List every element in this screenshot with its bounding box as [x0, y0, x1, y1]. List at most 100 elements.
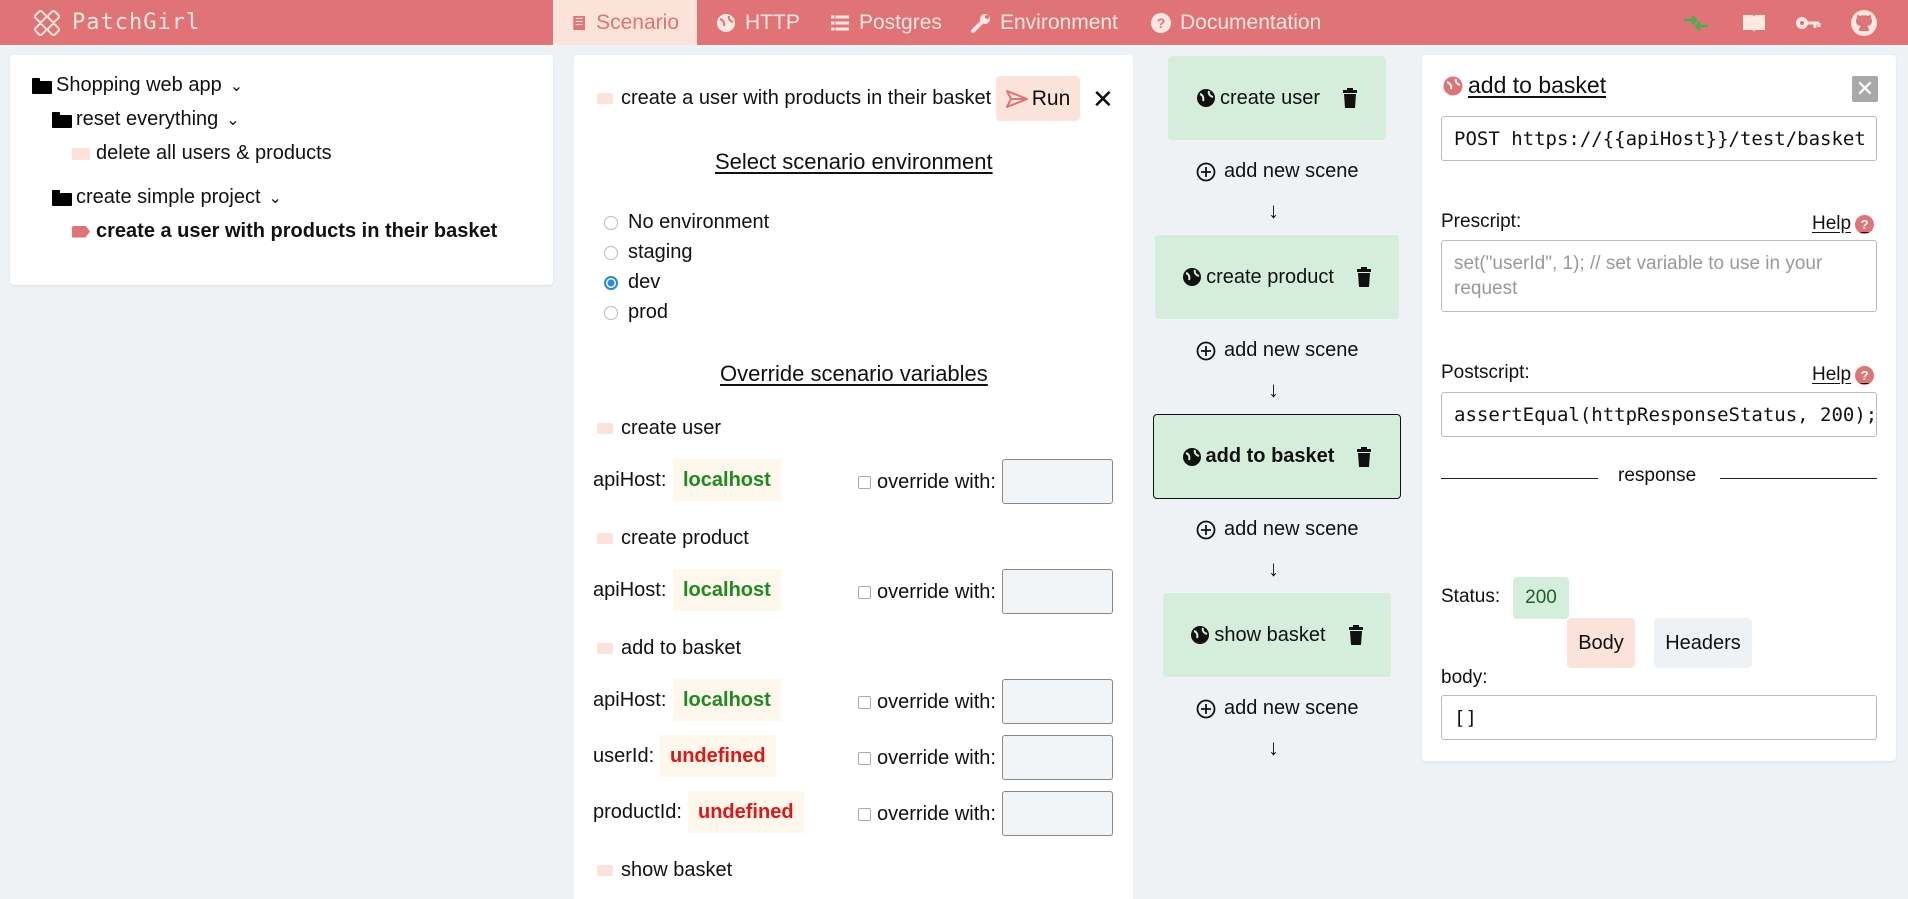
tab-headers[interactable]: Headers	[1654, 618, 1752, 668]
radio-button-checked[interactable]	[604, 275, 618, 290]
trash-icon[interactable]	[1348, 625, 1364, 645]
scenario-tree: Shopping web app ⌄ reset everything ⌄ de…	[10, 55, 553, 285]
book-icon[interactable]	[1740, 9, 1768, 37]
checkbox[interactable]	[858, 476, 871, 489]
tree-folder-reset[interactable]: reset everything ⌄	[52, 108, 240, 131]
var-name: apiHost:	[593, 469, 667, 491]
scene-card[interactable]: show basket	[1163, 593, 1391, 677]
override-input[interactable]	[1002, 791, 1113, 836]
radio-button[interactable]	[604, 305, 618, 320]
sync-icon[interactable]	[1682, 9, 1710, 37]
key-icon[interactable]	[1794, 9, 1822, 37]
patchgirl-logo-icon	[33, 9, 61, 36]
add-scene-button[interactable]: add new scene	[1196, 339, 1359, 362]
radio-label: prod	[628, 301, 669, 323]
list-icon	[831, 14, 849, 31]
override-heading: Override scenario variables	[720, 361, 988, 386]
override-input[interactable]	[1002, 459, 1113, 504]
trash-icon[interactable]	[1356, 446, 1372, 467]
checkbox[interactable]	[858, 586, 871, 599]
scene-card[interactable]: create user	[1168, 56, 1386, 140]
postscript-help-link[interactable]: Help ?	[1812, 364, 1875, 386]
var-name: apiHost:	[593, 579, 667, 601]
send-icon	[1005, 89, 1028, 108]
radio-prod[interactable]: prod	[604, 301, 668, 324]
close-icon[interactable]: ✕	[1852, 76, 1878, 102]
tab-documentation[interactable]: ? Documentation	[1132, 0, 1339, 45]
override-toggle[interactable]: override with:	[858, 691, 996, 714]
file-icon	[597, 93, 613, 104]
radio-dev[interactable]: dev	[604, 271, 660, 294]
tab-environment[interactable]: Environment	[952, 0, 1136, 45]
globe-icon	[1196, 89, 1215, 107]
scene-card[interactable]: create product	[1155, 235, 1399, 319]
override-toggle[interactable]: override with:	[858, 747, 996, 770]
trash-icon[interactable]	[1356, 267, 1372, 287]
scenario-name-label: create a user with products in their bas…	[621, 87, 992, 109]
prescript-help-link[interactable]: Help ?	[1812, 213, 1875, 235]
chevron-down-icon[interactable]: ⌄	[269, 188, 282, 208]
question-icon: ?	[1855, 214, 1875, 234]
radio-no-environment[interactable]: No environment	[604, 211, 769, 234]
plus-circle-icon	[1196, 162, 1216, 181]
checkbox[interactable]	[858, 808, 871, 821]
tab-http[interactable]: HTTP	[697, 0, 818, 45]
override-toggle[interactable]: override with:	[858, 803, 996, 826]
add-scene-button[interactable]: add new scene	[1196, 697, 1359, 720]
chevron-down-icon[interactable]: ⌄	[226, 110, 239, 130]
tree-file-create-user[interactable]: create a user with products in their bas…	[72, 220, 497, 243]
postscript-field[interactable]: assertEqual(httpResponseStatus, 200);	[1441, 392, 1877, 437]
tree-folder-simple[interactable]: create simple project ⌄	[52, 186, 282, 209]
question-icon: ?	[1855, 365, 1875, 385]
tab-postgres[interactable]: Postgres	[811, 0, 960, 45]
divider	[1720, 478, 1877, 479]
tree-folder-root[interactable]: Shopping web app ⌄	[32, 74, 243, 97]
tab-scenario[interactable]: Scenario	[553, 0, 697, 45]
plus-circle-icon	[1196, 699, 1216, 718]
file-icon	[597, 423, 613, 434]
add-scene-button[interactable]: add new scene	[1196, 518, 1359, 541]
url-field[interactable]: POST https://{{apiHost}}/test/basket	[1441, 116, 1877, 161]
override-label: override with:	[877, 471, 996, 493]
github-icon[interactable]	[1850, 9, 1878, 37]
radio-label: staging	[628, 241, 693, 263]
var-value: localhost	[673, 679, 781, 721]
override-input[interactable]	[1002, 679, 1113, 724]
add-scene-button[interactable]: add new scene	[1196, 160, 1359, 183]
override-scene-label: show basket	[597, 859, 732, 882]
override-input[interactable]	[1002, 735, 1113, 780]
override-toggle[interactable]: override with:	[858, 581, 996, 604]
brand-logo[interactable]: PatchGirl	[32, 0, 200, 45]
tree-file-delete-all[interactable]: delete all users & products	[72, 142, 332, 165]
checkbox[interactable]	[858, 696, 871, 709]
help-label: Help	[1812, 213, 1852, 234]
chevron-down-icon[interactable]: ⌄	[230, 76, 243, 96]
radio-button[interactable]	[604, 215, 618, 230]
var-value: localhost	[673, 569, 781, 611]
override-toggle[interactable]: override with:	[858, 471, 996, 494]
override-input[interactable]	[1002, 569, 1113, 614]
tab-body[interactable]: Body	[1567, 618, 1635, 668]
checkbox[interactable]	[858, 752, 871, 765]
run-button[interactable]: Run	[996, 76, 1080, 121]
globe-icon	[717, 13, 735, 32]
scene-card-selected[interactable]: add to basket	[1153, 414, 1401, 499]
arrow-down-icon: ↓	[1268, 556, 1279, 581]
radio-label: No environment	[628, 211, 770, 233]
radio-button[interactable]	[604, 245, 618, 260]
globe-icon	[1182, 447, 1201, 466]
scene-label: show basket	[1214, 623, 1326, 646]
globe-icon	[1443, 76, 1463, 95]
prescript-label: Prescript:	[1441, 211, 1522, 232]
prescript-textarea[interactable]: set("userId", 1); // set variable to use…	[1441, 240, 1877, 312]
scene-label: create product	[621, 527, 749, 549]
scene-label: create product	[1206, 265, 1334, 288]
close-icon[interactable]: ✕	[1092, 84, 1114, 115]
scenario-name[interactable]: create a user with products in their bas…	[597, 87, 991, 110]
radio-staging[interactable]: staging	[604, 241, 693, 264]
brand-name: PatchGirl	[72, 10, 201, 35]
request-title[interactable]: add to basket	[1442, 72, 1606, 99]
trash-icon[interactable]	[1342, 88, 1358, 108]
question-icon: ?	[1151, 12, 1171, 33]
divider	[1441, 478, 1598, 479]
